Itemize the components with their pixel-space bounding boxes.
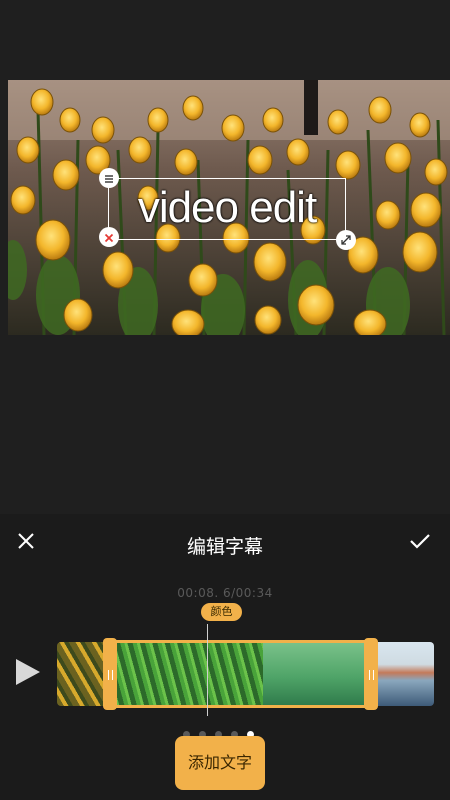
text-style-handle[interactable] xyxy=(99,168,119,188)
play-icon xyxy=(14,659,42,691)
range-end-handle[interactable] xyxy=(364,638,378,710)
delete-x-icon xyxy=(104,228,114,247)
play-button[interactable] xyxy=(14,657,42,687)
text-align-icon xyxy=(104,169,114,188)
resize-rotate-handle[interactable] xyxy=(336,230,356,250)
edit-subtitle-panel: 编辑字幕 00:08. 6/00:34 颜色 添加文字 xyxy=(0,514,450,800)
range-start-handle[interactable] xyxy=(103,638,117,710)
add-text-button[interactable]: 添加文字 xyxy=(175,736,265,790)
subtitle-range-selection[interactable] xyxy=(104,640,377,708)
delete-text-handle[interactable] xyxy=(99,227,119,247)
panel-header: 编辑字幕 xyxy=(0,514,450,574)
time-display: 00:08. 6/00:34 xyxy=(177,586,273,600)
caption-text[interactable]: video edit xyxy=(109,183,345,233)
confirm-button[interactable] xyxy=(407,530,433,556)
clip-thumbnail xyxy=(57,642,107,706)
panel-title: 编辑字幕 xyxy=(186,536,263,558)
checkmark-icon xyxy=(409,532,431,554)
caption-text-box[interactable]: video edit xyxy=(108,178,346,240)
video-preview-area: video edit xyxy=(0,0,450,514)
resize-arrows-icon xyxy=(340,231,352,250)
playhead[interactable] xyxy=(207,624,208,716)
color-tag-button[interactable]: 颜色 xyxy=(201,603,242,621)
